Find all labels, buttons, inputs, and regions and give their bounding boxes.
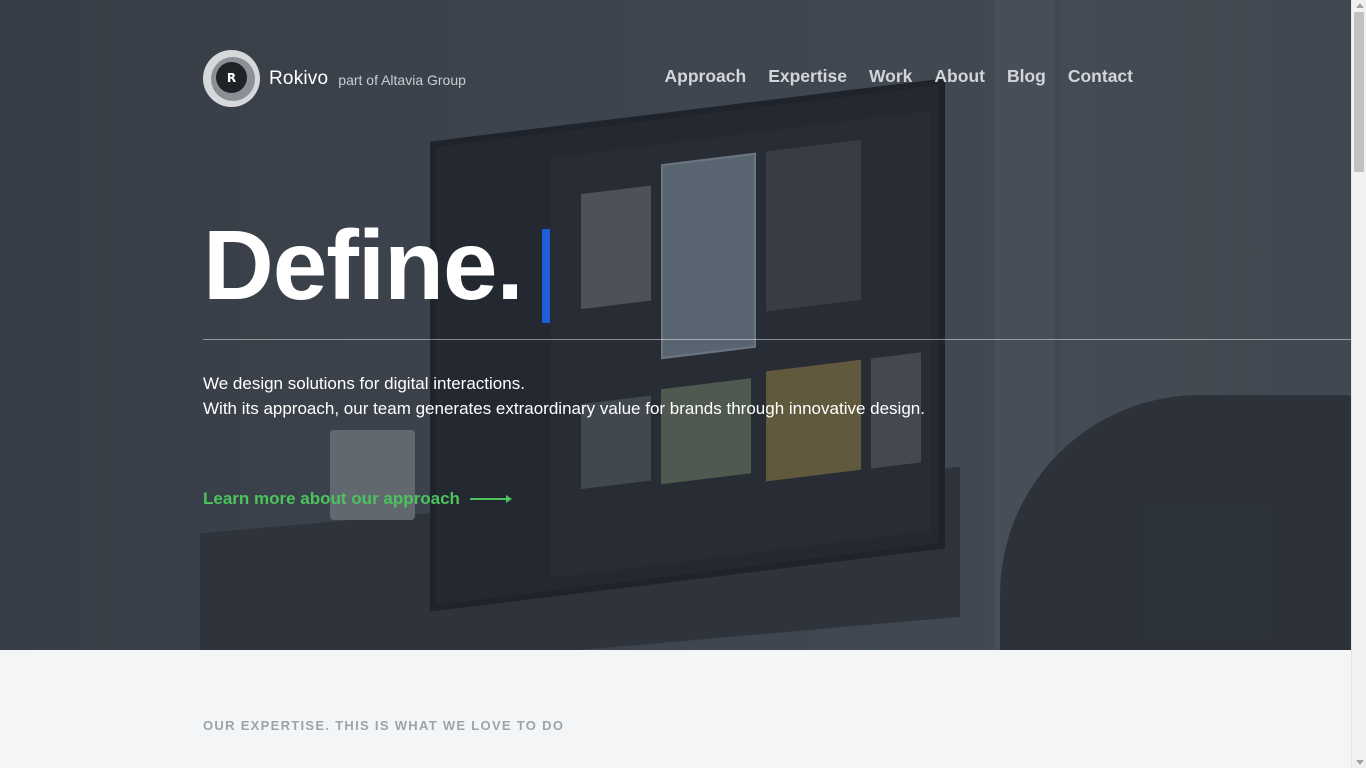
scroll-up-icon[interactable]	[1356, 3, 1364, 8]
hero-section: R Rokivo part of Altavia Group Approach …	[0, 0, 1351, 650]
scroll-down-icon[interactable]	[1356, 760, 1364, 765]
typing-cursor	[542, 229, 550, 323]
nav-expertise[interactable]: Expertise	[768, 66, 847, 87]
approach-link[interactable]: Learn more about our approach	[203, 489, 512, 509]
brand-tagline: part of Altavia Group	[338, 71, 466, 88]
main-nav: Approach Expertise Work About Blog Conta…	[665, 66, 1134, 87]
nav-approach[interactable]: Approach	[665, 66, 747, 87]
logo[interactable]: R Rokivo part of Altavia Group	[203, 50, 466, 107]
hero-intro: We design solutions for digital interact…	[203, 371, 925, 421]
nav-about[interactable]: About	[934, 66, 985, 87]
nav-work[interactable]: Work	[869, 66, 912, 87]
approach-link-label: Learn more about our approach	[203, 489, 460, 508]
hero-headline: Define.	[203, 210, 524, 320]
intro-line-2: With its approach, our team generates ex…	[203, 399, 925, 418]
page-scrollbar[interactable]	[1351, 0, 1366, 768]
divider	[203, 339, 1351, 340]
logo-icon: R	[203, 50, 260, 107]
expertise-section-title: OUR EXPERTISE. THIS IS WHAT WE LOVE TO D…	[203, 718, 565, 733]
nav-blog[interactable]: Blog	[1007, 66, 1046, 87]
intro-line-1: We design solutions for digital interact…	[203, 374, 525, 393]
brand-name: Rokivo	[269, 67, 329, 89]
scrollbar-thumb[interactable]	[1354, 12, 1364, 172]
nav-contact[interactable]: Contact	[1068, 66, 1133, 87]
arrow-right-icon	[469, 493, 512, 505]
logo-letter: R	[216, 62, 247, 93]
